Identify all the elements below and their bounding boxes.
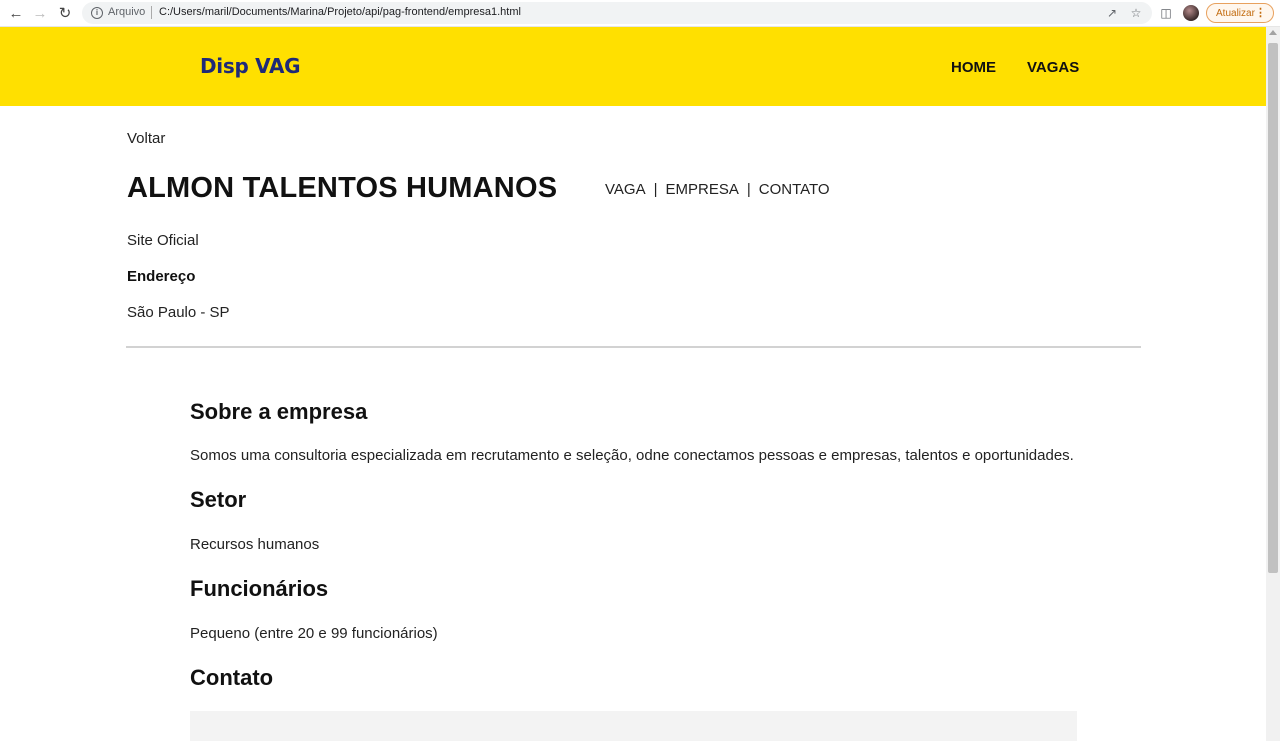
scroll-up-arrow-icon[interactable] [1269,30,1277,35]
back-arrow-icon[interactable]: ← [7,4,25,22]
reload-icon[interactable]: ↻ [56,4,74,22]
address-bar[interactable]: i Arquivo C:/Users/maril/Documents/Marin… [82,2,1152,24]
site-header: Disp VAG HOME VAGAS [0,27,1266,106]
share-icon[interactable]: ↗ [1104,5,1120,21]
subnav-empresa-link[interactable]: EMPRESA [665,181,738,198]
sector-heading: Setor [190,487,247,512]
company-subnav: VAGA | EMPRESA | CONTATO [605,181,830,198]
section-divider [126,346,1141,348]
scroll-thumb[interactable] [1268,43,1278,573]
info-icon[interactable]: i [91,7,103,19]
subnav-divider: | [653,181,658,198]
update-button[interactable]: Atualizar ⋮ [1206,3,1274,23]
sector-text: Recursos humanos [190,536,320,553]
company-title: ALMON TALENTOS HUMANOS [127,172,558,204]
profile-avatar[interactable] [1183,5,1199,21]
browser-toolbar: ← → ↻ i Arquivo C:/Users/maril/Documents… [0,0,1280,27]
address-divider [151,6,152,19]
nav-home-link[interactable]: HOME [951,59,996,76]
subnav-contato-link[interactable]: CONTATO [759,181,830,198]
about-heading: Sobre a empresa [190,399,368,424]
subnav-divider: | [746,181,751,198]
forward-arrow-icon[interactable]: → [31,4,49,22]
nav-vagas-link[interactable]: VAGAS [1027,59,1079,76]
address-value: São Paulo - SP [127,304,230,321]
update-label: Atualizar [1216,7,1255,19]
side-panel-icon[interactable]: ◫ [1158,5,1174,21]
contact-heading: Contato [190,665,274,690]
employees-text: Pequeno (entre 20 e 99 funcionários) [190,625,438,642]
kebab-menu-icon: ⋮ [1255,7,1266,19]
subnav-vaga-link[interactable]: VAGA [605,181,646,198]
bookmark-star-icon[interactable]: ☆ [1128,5,1144,21]
contact-box [190,711,1077,741]
address-label: Endereço [127,268,196,285]
employees-heading: Funcionários [190,576,329,601]
about-text: Somos uma consultoria especializada em r… [190,447,1074,464]
scheme-label: Arquivo [108,6,146,18]
official-site-link[interactable]: Site Oficial [127,232,199,249]
site-logo[interactable]: Disp VAG [200,54,301,78]
url-text[interactable]: C:/Users/maril/Documents/Marina/Projeto/… [159,6,521,18]
page-scrollbar[interactable] [1266,27,1280,741]
back-link[interactable]: Voltar [127,130,165,147]
